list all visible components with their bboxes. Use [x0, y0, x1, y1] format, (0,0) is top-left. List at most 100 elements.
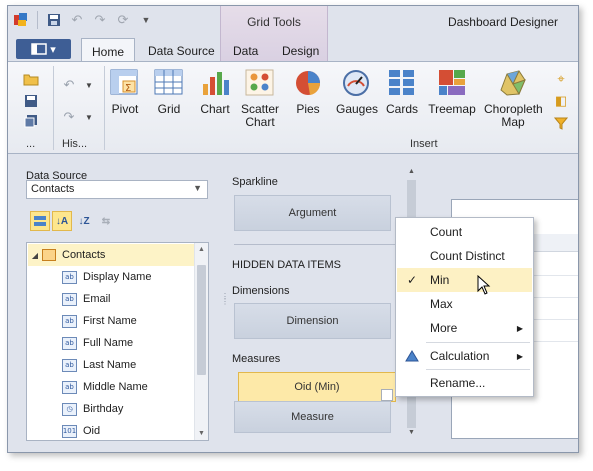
menu-item-calculation[interactable]: Calculation ▶ — [397, 344, 532, 368]
open-icon[interactable] — [22, 70, 40, 88]
tree-field-row[interactable]: ab Last Name — [62, 354, 208, 376]
menu-separator — [426, 342, 530, 343]
refresh-fields-button[interactable]: ⇆ — [96, 211, 116, 231]
redo-dropdown-icon[interactable]: ▼ — [80, 108, 98, 126]
menu-item-min[interactable]: ✓ Min — [397, 268, 532, 295]
refresh-fields-icon: ⇆ — [101, 215, 111, 227]
range-filter-icon[interactable]: ◧ — [552, 92, 570, 110]
undo-ribbon-icon[interactable]: ↶ — [60, 76, 78, 94]
grid-icon — [153, 68, 185, 98]
save-as-icon[interactable] — [22, 112, 40, 130]
string-field-icon: ab — [62, 270, 77, 284]
redo-icon[interactable]: ↷ — [91, 11, 109, 29]
tree-field-row[interactable]: ab Display Name — [62, 266, 208, 288]
submenu-arrow-icon: ▶ — [516, 323, 523, 333]
insert-pivot-button[interactable]: Σ Pivot — [107, 68, 143, 116]
tab-home[interactable]: Home — [81, 38, 136, 62]
sort-ascending-button[interactable]: ↓A — [52, 211, 72, 231]
ribbon-panel: ... ↶ ▼ ↷ ▼ His... Σ Pivot Grid Chart Sc… — [8, 61, 578, 154]
insert-treemap-button[interactable]: Treemap — [428, 68, 476, 116]
group-by-type-icon — [34, 216, 46, 226]
geo-point-icon[interactable]: ⌖ — [552, 70, 570, 88]
tab-design[interactable]: Design — [272, 41, 329, 62]
datasource-icon — [42, 249, 56, 261]
menu-item-min-label: Min — [430, 273, 450, 287]
menu-item-count[interactable]: Count — [397, 220, 532, 244]
tab-data-source[interactable]: Data Source — [138, 41, 225, 62]
save-ribbon-icon[interactable] — [22, 92, 40, 110]
collapse-icon[interactable]: ◢ — [28, 251, 42, 260]
insert-pivot-label: Pivot — [111, 102, 139, 116]
section-divider — [234, 244, 402, 245]
menu-item-count-distinct-label: Count Distinct — [430, 249, 505, 263]
filter-icon[interactable] — [552, 114, 570, 132]
dimensions-label: Dimensions — [232, 285, 290, 297]
tree-field-row[interactable]: ab First Name — [62, 310, 208, 332]
tree-field-row[interactable]: ab Full Name — [62, 332, 208, 354]
tree-field-row[interactable]: 101 Oid — [62, 420, 208, 440]
app-logo-icon[interactable] — [12, 11, 30, 29]
tree-field-row[interactable]: ◷ Birthday — [62, 398, 208, 420]
tree-field-row[interactable]: ab Middle Name — [62, 376, 208, 398]
insert-choropleth-map-button[interactable]: Choropleth Map — [484, 68, 543, 129]
treemap-icon — [436, 68, 468, 98]
scroll-down-icon[interactable]: ▼ — [408, 429, 415, 436]
measure-options-button[interactable] — [381, 389, 393, 401]
insert-grid-button[interactable]: Grid — [151, 68, 187, 116]
tree-field-row[interactable]: ab Email — [62, 288, 208, 310]
measure-item-oid-min[interactable]: Oid (Min) — [238, 372, 396, 402]
scroll-up-icon[interactable]: ▲ — [198, 246, 205, 253]
group-more-label: ... — [26, 138, 36, 150]
insert-choropleth-map-label: Choropleth Map — [484, 102, 543, 129]
tree-scrollbar[interactable]: ▲ ▼ — [194, 243, 208, 440]
insert-gauges-button[interactable]: Gauges — [336, 68, 378, 116]
argument-drop-zone[interactable]: Argument — [234, 195, 391, 231]
insert-chart-button[interactable]: Chart — [196, 68, 234, 116]
measure-item-label: Oid (Min) — [294, 381, 340, 393]
save-icon[interactable] — [45, 11, 63, 29]
window-title: Dashboard Designer — [447, 15, 558, 29]
field-list-tree[interactable]: ◢ Contacts ab Display Name ab Email ab F… — [26, 242, 209, 441]
tab-data[interactable]: Data — [223, 41, 268, 62]
menu-item-rename[interactable]: Rename... — [397, 371, 532, 395]
customize-qat-icon[interactable]: ▼ — [137, 11, 155, 29]
string-field-icon: ab — [62, 380, 77, 394]
menu-separator — [426, 369, 530, 370]
group-history-label: His... — [62, 138, 88, 150]
data-source-combo[interactable]: Contacts ▼ — [26, 180, 208, 199]
menu-item-count-distinct[interactable]: Count Distinct — [397, 244, 532, 268]
string-field-icon: ab — [62, 358, 77, 372]
insert-pies-button[interactable]: Pies — [290, 68, 326, 116]
file-menu-button[interactable]: ▾ — [16, 39, 71, 59]
tree-root-label: Contacts — [62, 249, 106, 261]
scroll-down-icon[interactable]: ▼ — [198, 430, 205, 437]
choropleth-map-icon — [497, 68, 529, 98]
measure-drop-zone[interactable]: Measure — [234, 401, 391, 433]
menu-item-max[interactable]: Max — [397, 292, 532, 316]
group-by-type-button[interactable] — [30, 211, 50, 231]
sort-descending-icon: ↓Z — [78, 215, 90, 227]
menu-item-count-label: Count — [430, 225, 463, 239]
grid-tools-label: Grid Tools — [247, 15, 301, 29]
insert-cards-button[interactable]: Cards — [384, 68, 420, 116]
menu-item-more[interactable]: More ▶ — [397, 316, 532, 340]
date-field-icon: ◷ — [62, 402, 77, 416]
ribbon-tabs: ▾ Home Data Source Data Design — [8, 36, 578, 62]
tree-scrollbar-thumb[interactable] — [197, 265, 206, 375]
string-field-icon: ab — [62, 336, 77, 350]
tree-field-label: Full Name — [83, 337, 134, 349]
sort-descending-button[interactable]: ↓Z — [74, 211, 94, 231]
numeric-field-icon: 101 — [62, 424, 77, 438]
redo-ribbon-icon[interactable]: ↷ — [60, 108, 78, 126]
file-menu-icon — [31, 43, 47, 55]
undo-dropdown-icon[interactable]: ▼ — [80, 76, 98, 94]
scroll-up-icon[interactable]: ▲ — [408, 168, 415, 175]
undo-icon[interactable]: ↶ — [68, 11, 86, 29]
submenu-arrow-icon: ▶ — [516, 351, 523, 361]
insert-scatter-chart-button[interactable]: Scatter Chart — [238, 68, 282, 129]
check-icon: ✓ — [407, 273, 418, 287]
tree-root-contacts[interactable]: ◢ Contacts — [28, 244, 194, 266]
dimension-drop-zone[interactable]: Dimension — [234, 303, 391, 339]
tree-field-label: First Name — [83, 315, 137, 327]
update-icon[interactable]: ⟳ — [114, 11, 132, 29]
